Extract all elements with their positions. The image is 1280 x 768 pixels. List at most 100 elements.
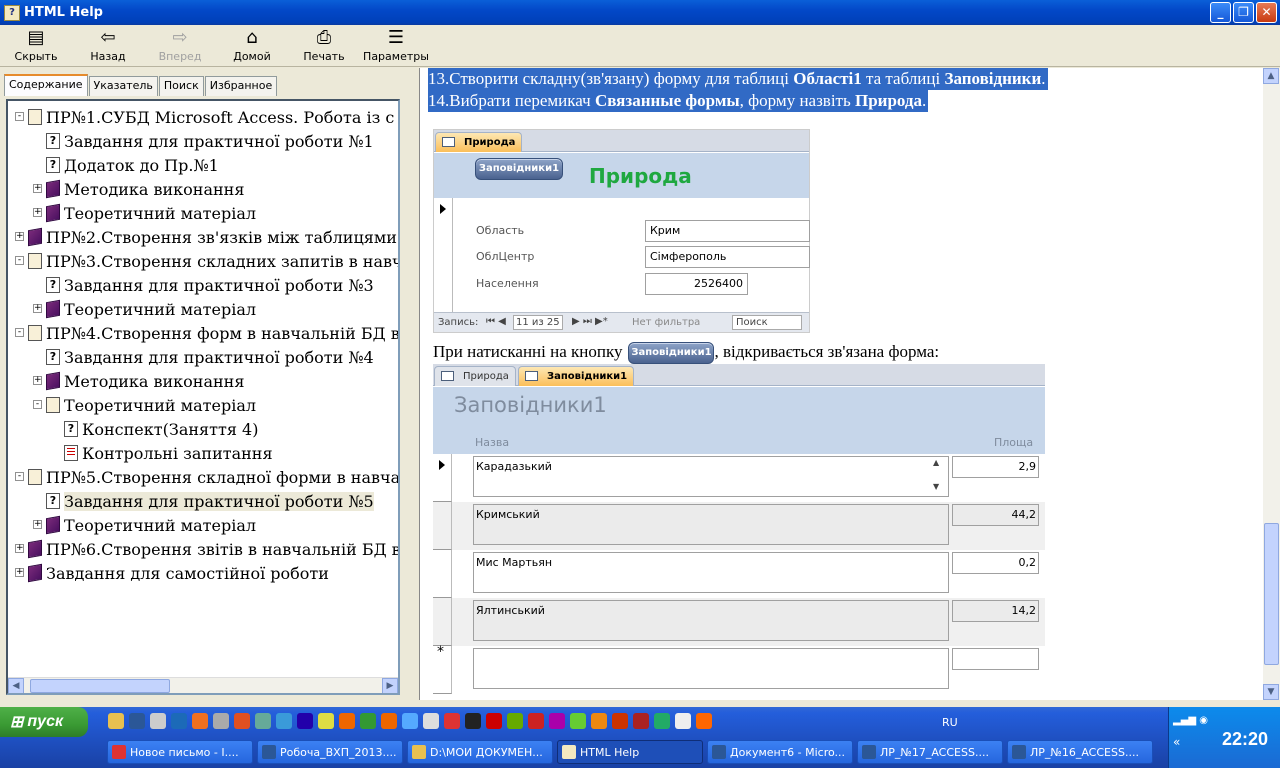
quick-launch-app-icon[interactable]	[465, 713, 481, 729]
language-indicator[interactable]: RU	[942, 716, 958, 729]
tab-index[interactable]: Указатель	[88, 76, 158, 96]
quick-launch-app-icon[interactable]	[213, 713, 229, 729]
hide-button[interactable]: ▤ Скрыть	[0, 25, 72, 66]
quick-launch-app-icon[interactable]	[612, 713, 628, 729]
quick-launch-app-icon[interactable]	[150, 713, 166, 729]
taskbar-button[interactable]: Новое письмо - I....	[107, 740, 253, 764]
collapse-icon[interactable]: -	[15, 256, 24, 265]
quick-launch-app-icon[interactable]	[318, 713, 334, 729]
tree-item[interactable]: ? Завдання для практичної роботи №4	[46, 345, 374, 369]
close-button[interactable]: ✕	[1256, 2, 1277, 23]
taskbar-button[interactable]: HTML Help	[557, 740, 703, 764]
quick-launch-app-icon[interactable]	[696, 713, 712, 729]
scroll-left-icon[interactable]: ◀	[8, 678, 24, 693]
scroll-thumb[interactable]	[30, 679, 170, 693]
tree-item[interactable]: ? Додаток до Пр.№1	[46, 153, 219, 177]
quick-launch-app-icon[interactable]	[444, 713, 460, 729]
expand-icon[interactable]: +	[33, 208, 42, 217]
tree-item[interactable]: Методика виконання	[46, 177, 244, 201]
minimize-button[interactable]: _	[1210, 2, 1231, 23]
quick-launch-app-icon[interactable]	[402, 713, 418, 729]
tree-item[interactable]: Теоретичний матеріал	[46, 201, 256, 225]
quick-launch-app-icon[interactable]	[192, 713, 208, 729]
collapse-icon[interactable]: -	[15, 328, 24, 337]
quick-launch-app-icon[interactable]	[171, 713, 187, 729]
tree-horizontal-scrollbar[interactable]: ◀ ▶	[8, 677, 398, 693]
expand-icon[interactable]: +	[15, 568, 24, 577]
tree-item-label: Завдання для практичної роботи №4	[64, 347, 374, 367]
tree-item[interactable]: Теоретичний матеріал	[46, 297, 256, 321]
subform-title: Заповідники1	[454, 393, 607, 417]
expand-icon[interactable]: +	[33, 184, 42, 193]
quick-launch-app-icon[interactable]	[297, 713, 313, 729]
quick-launch-app-icon[interactable]	[276, 713, 292, 729]
quick-launch-app-icon[interactable]	[486, 713, 502, 729]
print-button[interactable]: ⎙ Печать	[288, 25, 360, 66]
forward-button[interactable]: ⇨ Вперед	[144, 25, 216, 66]
start-button[interactable]: ⊞ пуск	[0, 707, 88, 737]
quick-launch-app-icon[interactable]	[360, 713, 376, 729]
scroll-up-icon[interactable]: ▲	[1263, 68, 1279, 84]
tab-favorites[interactable]: Избранное	[204, 76, 278, 96]
taskbar-button[interactable]: D:\МОИ ДОКУМЕН...	[407, 740, 553, 764]
taskbar-button[interactable]: ЛР_№16_ACCESS....	[1007, 740, 1153, 764]
tree-item[interactable]: ? Конспект(Заняття 4)	[64, 417, 258, 441]
quick-launch-app-icon[interactable]	[129, 713, 145, 729]
quick-launch-app-icon[interactable]	[591, 713, 607, 729]
quick-launch-app-icon[interactable]	[633, 713, 649, 729]
tree-item[interactable]: Методика виконання	[46, 369, 244, 393]
quick-launch-app-icon[interactable]	[339, 713, 355, 729]
tray-arrow-icon[interactable]: «	[1173, 735, 1180, 749]
tab-contents[interactable]: Содержание	[4, 74, 88, 96]
quick-launch-app-icon[interactable]	[528, 713, 544, 729]
expand-icon[interactable]: +	[33, 304, 42, 313]
tree-item[interactable]: ПР№1.СУБД Microsoft Access. Робота із с	[28, 105, 394, 129]
expand-icon[interactable]: +	[15, 544, 24, 553]
tree-item[interactable]: ? Завдання для практичної роботи №5	[46, 489, 374, 513]
tree-item[interactable]: Теоретичний матеріал	[46, 513, 256, 537]
home-button[interactable]: ⌂ Домой	[216, 25, 288, 66]
quick-launch-app-icon[interactable]	[570, 713, 586, 729]
quick-launch-app-icon[interactable]	[654, 713, 670, 729]
collapse-icon[interactable]: -	[15, 472, 24, 481]
tree-item[interactable]: ПР№2.Створення зв'язків між таблицями Б	[28, 225, 398, 249]
quick-launch-app-icon[interactable]	[675, 713, 691, 729]
tree-item[interactable]: ? Завдання для практичної роботи №3	[46, 273, 374, 297]
scroll-right-icon[interactable]: ▶	[382, 678, 398, 693]
tab-search[interactable]: Поиск	[158, 76, 204, 96]
tree-item[interactable]: ПР№4.Створення форм в навчальній БД в	[28, 321, 398, 345]
collapse-icon[interactable]: -	[33, 400, 42, 409]
tree-item[interactable]: ПР№3.Створення складних запитів в навча	[28, 249, 398, 273]
quick-launch-app-icon[interactable]	[255, 713, 271, 729]
expand-icon[interactable]: +	[15, 232, 24, 241]
expand-icon[interactable]: +	[33, 520, 42, 529]
quick-launch-app-icon[interactable]	[549, 713, 565, 729]
quick-launch-app-icon[interactable]	[108, 713, 124, 729]
open-book-icon	[28, 325, 42, 341]
content-vertical-scrollbar[interactable]: ▲ ▼	[1263, 68, 1280, 700]
maximize-button[interactable]: ❐	[1233, 2, 1254, 23]
tray-icons: ▂▄▆ ◉	[1173, 715, 1208, 726]
tree-item[interactable]: Контрольні запитання	[64, 441, 273, 465]
quick-launch-app-icon[interactable]	[234, 713, 250, 729]
taskbar-button[interactable]: Робоча_ВХП_2013....	[257, 740, 403, 764]
taskbar-button[interactable]: Документ6 - Micro...	[707, 740, 853, 764]
tree-item[interactable]: ПР№5.Створення складної форми в навча	[28, 465, 398, 489]
tree-item[interactable]: Теоретичний матеріал	[46, 393, 256, 417]
collapse-icon[interactable]: -	[15, 112, 24, 121]
options-button[interactable]: ☰ Параметры	[360, 25, 432, 66]
quick-launch-app-icon[interactable]	[507, 713, 523, 729]
paragraph: При натисканні на кнопку Заповідники1, ві…	[433, 342, 939, 365]
scroll-thumb[interactable]	[1264, 523, 1279, 665]
expand-icon[interactable]: +	[33, 376, 42, 385]
closed-book-icon	[28, 227, 42, 247]
tree-item[interactable]: Завдання для самостійної роботи	[28, 561, 329, 585]
quick-launch-app-icon[interactable]	[381, 713, 397, 729]
taskbar-button[interactable]: ЛР_№17_ACCESS....	[857, 740, 1003, 764]
tree-item[interactable]: ? Завдання для практичної роботи №1	[46, 129, 374, 153]
back-button[interactable]: ⇦ Назад	[72, 25, 144, 66]
tree-item[interactable]: ПР№6.Створення звітів в навчальній БД в …	[28, 537, 398, 561]
quick-launch-app-icon[interactable]	[423, 713, 439, 729]
scroll-down-icon[interactable]: ▼	[1263, 684, 1279, 700]
field-value: Крим	[645, 220, 810, 242]
